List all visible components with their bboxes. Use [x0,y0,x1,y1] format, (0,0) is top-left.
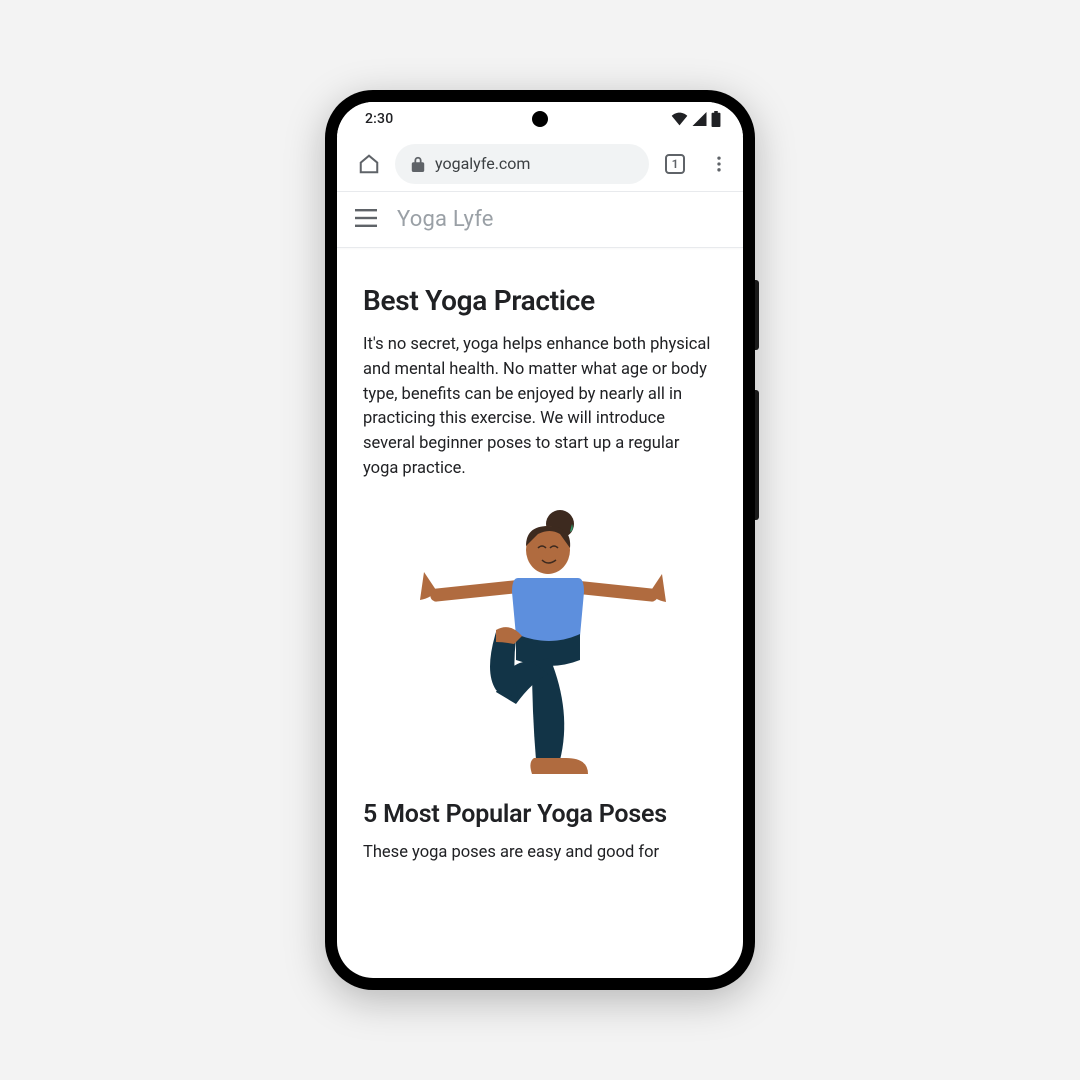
camera-punch-hole [532,111,548,127]
tabs-count-badge: 1 [665,154,685,174]
browser-menu-button[interactable] [701,146,737,182]
lock-icon [411,156,425,172]
cellular-icon [692,112,707,126]
status-time: 2:30 [365,111,393,127]
phone-frame: 2:30 yogalyfe.com 1 [325,90,755,990]
article-title: Best Yoga Practice [363,284,717,317]
site-header: Yoga Lyfe [337,192,743,248]
yoga-figure-icon [400,502,680,782]
site-brand: Yoga Lyfe [397,207,494,232]
status-icons [671,111,721,127]
more-vert-icon [709,154,729,174]
site-menu-button[interactable] [355,209,377,231]
article-subintro: These yoga poses are easy and good for [363,841,717,866]
address-bar[interactable]: yogalyfe.com [395,144,649,184]
phone-screen: 2:30 yogalyfe.com 1 [337,102,743,978]
article-intro: It's no secret, yoga helps enhance both … [363,333,717,482]
hamburger-icon [355,209,377,227]
url-text: yogalyfe.com [435,154,530,173]
article-subtitle: 5 Most Popular Yoga Poses [363,800,717,829]
home-icon [358,153,380,175]
battery-icon [711,111,721,127]
article-content[interactable]: Best Yoga Practice It's no secret, yoga … [337,248,743,978]
browser-toolbar: yogalyfe.com 1 [337,136,743,192]
tabs-count: 1 [672,157,679,171]
phone-side-button [755,280,759,350]
phone-side-button [755,390,759,520]
wifi-icon [671,112,688,126]
home-button[interactable] [351,146,387,182]
yoga-illustration [363,502,717,782]
tabs-button[interactable]: 1 [657,146,693,182]
